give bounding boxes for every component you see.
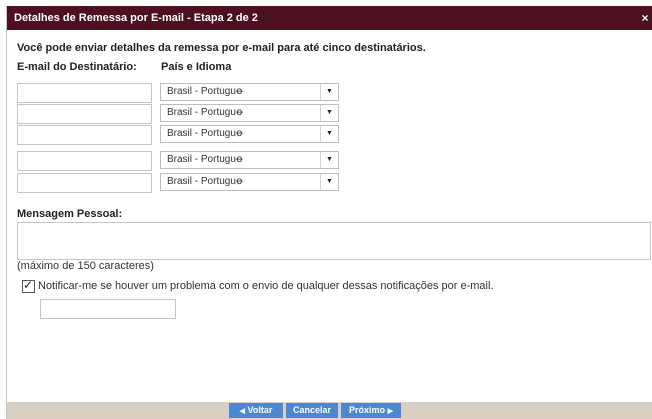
next-button[interactable]: Próximo ▶ <box>341 403 401 418</box>
checkmark-icon: ✓ <box>23 278 34 292</box>
recipient-email-1[interactable] <box>17 83 152 103</box>
country-language-select-2[interactable]: Brasil - Portuguꝋ ▼ <box>160 104 339 122</box>
select-value: Brasil - Portuguꝋ <box>167 86 243 97</box>
select-value: Brasil - Portuguꝋ <box>167 154 243 165</box>
chevron-down-icon: ▼ <box>320 84 338 100</box>
recipient-email-5[interactable] <box>17 173 152 193</box>
chevron-down-icon: ▼ <box>320 105 338 121</box>
country-column-header: País e Idioma <box>161 61 232 73</box>
select-value: Brasil - Portuguꝋ <box>167 176 243 187</box>
next-button-label: Próximo <box>349 405 386 415</box>
arrow-left-icon: ◀ <box>239 408 246 415</box>
personal-message-textarea[interactable] <box>17 222 651 260</box>
country-language-select-1[interactable]: Brasil - Portuguꝋ ▼ <box>160 83 339 101</box>
select-value: Brasil - Portuguꝋ <box>167 128 243 139</box>
cancel-button-label: Cancelar <box>292 405 332 415</box>
select-value: Brasil - Portuguꝋ <box>167 107 243 118</box>
chevron-down-icon: ▼ <box>320 126 338 142</box>
back-button-label: Voltar <box>247 405 273 415</box>
notify-label: Notificar-me se houver um problema com o… <box>38 280 494 292</box>
close-icon[interactable]: × <box>639 6 651 30</box>
dialog-titlebar: Detalhes de Remessa por E-mail - Etapa 2… <box>7 6 652 30</box>
notify-checkbox[interactable]: ✓ <box>22 278 35 293</box>
country-language-select-3[interactable]: Brasil - Portuguꝋ ▼ <box>160 125 339 143</box>
back-button[interactable]: ◀ Voltar <box>229 403 283 418</box>
recipient-email-4[interactable] <box>17 151 152 171</box>
recipient-email-3[interactable] <box>17 125 152 145</box>
chevron-down-icon: ▼ <box>320 152 338 168</box>
notify-email-input[interactable] <box>40 299 176 319</box>
max-chars-hint: (máximo de 150 caracteres) <box>17 260 154 272</box>
recipient-email-2[interactable] <box>17 104 152 124</box>
arrow-right-icon: ▶ <box>387 408 393 415</box>
personal-message-label: Mensagem Pessoal: <box>17 208 123 220</box>
cancel-button[interactable]: Cancelar <box>286 403 338 418</box>
country-language-select-4[interactable]: Brasil - Portuguꝋ ▼ <box>160 151 339 169</box>
email-shipment-dialog: Detalhes de Remessa por E-mail - Etapa 2… <box>6 6 652 419</box>
dialog-title: Detalhes de Remessa por E-mail - Etapa 2… <box>14 12 258 24</box>
intro-text: Você pode enviar detalhes da remessa por… <box>17 42 426 54</box>
country-language-select-5[interactable]: Brasil - Portuguꝋ ▼ <box>160 173 339 191</box>
email-column-header: E-mail do Destinatário: <box>17 61 137 73</box>
dialog-footer: ◀ Voltar Cancelar Próximo ▶ <box>7 402 652 419</box>
chevron-down-icon: ▼ <box>320 174 338 190</box>
